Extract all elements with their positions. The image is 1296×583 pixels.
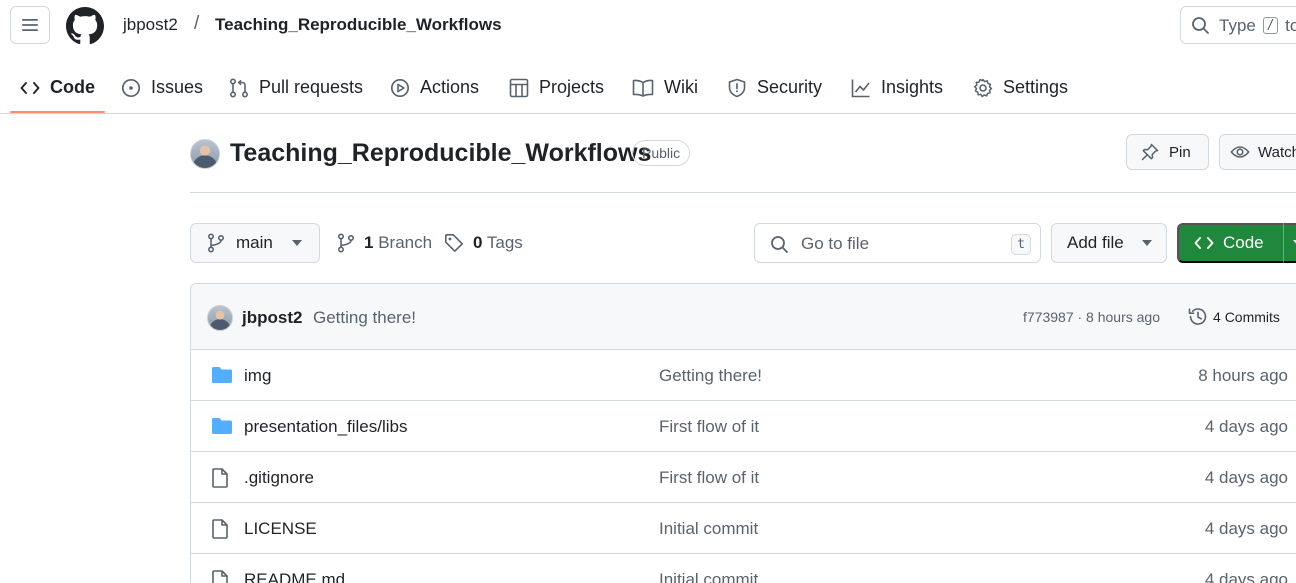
pull-request-icon <box>229 77 249 98</box>
tab-code[interactable]: Code <box>10 62 105 113</box>
file-age: 4 days ago <box>1204 570 1288 583</box>
code-download-button[interactable]: Code <box>1177 223 1296 263</box>
file-name-link[interactable]: LICENSE <box>244 519 317 539</box>
divider <box>190 192 1296 193</box>
branch-count: 1 <box>364 233 374 252</box>
folder-icon <box>211 366 233 384</box>
file-row[interactable]: LICENSE Initial commit 4 days ago <box>191 503 1296 554</box>
file-name-link[interactable]: .gitignore <box>244 468 314 488</box>
issue-icon <box>121 78 141 98</box>
caret-down-icon <box>1292 240 1296 246</box>
tags-link[interactable]: 0 Tags <box>444 233 523 253</box>
github-logo-icon[interactable] <box>66 7 104 45</box>
file-icon <box>211 468 229 488</box>
file-name-link[interactable]: README.md <box>244 570 345 583</box>
search-shortcut-key: / <box>1262 17 1279 34</box>
search-icon <box>770 235 789 254</box>
commit-author-avatar[interactable] <box>207 305 233 331</box>
page-title[interactable]: Teaching_Reproducible_Workflows <box>230 139 651 168</box>
caret-down-icon <box>291 240 302 246</box>
file-commit-message-link[interactable]: First flow of it <box>659 417 759 437</box>
tag-count: 0 <box>473 233 483 252</box>
file-commit-message-link[interactable]: Initial commit <box>659 519 758 539</box>
watch-button[interactable]: Watch <box>1219 134 1296 170</box>
eye-icon <box>1230 144 1250 160</box>
file-row[interactable]: README.md Initial commit 4 days ago <box>191 554 1296 583</box>
table-icon <box>509 78 529 98</box>
breadcrumb-separator: / <box>194 13 200 34</box>
file-age: 4 days ago <box>1204 519 1288 538</box>
play-icon <box>390 78 410 98</box>
file-age: 4 days ago <box>1204 468 1288 487</box>
tab-projects[interactable]: Projects <box>509 62 604 113</box>
file-age: 4 days ago <box>1204 417 1288 436</box>
search-icon <box>1191 16 1210 35</box>
file-row[interactable]: img Getting there! 8 hours ago <box>191 350 1296 401</box>
shield-icon <box>727 78 747 98</box>
shortcut-key: t <box>1011 234 1031 255</box>
git-branch-icon <box>337 233 355 253</box>
code-icon <box>20 79 40 97</box>
commit-message-link[interactable]: Getting there! <box>313 308 416 328</box>
tag-icon <box>444 233 464 253</box>
commit-author-link[interactable]: jbpost2 <box>242 308 302 328</box>
commits-count: 4 <box>1213 308 1221 325</box>
tab-wiki[interactable]: Wiki <box>632 62 698 113</box>
owner-avatar[interactable] <box>190 139 220 169</box>
file-commit-message-link[interactable]: Getting there! <box>659 366 762 386</box>
graph-icon <box>851 78 871 98</box>
tab-pull-requests[interactable]: Pull requests <box>229 62 363 113</box>
go-to-file-input[interactable]: Go to file t <box>754 223 1041 263</box>
file-icon <box>211 570 229 583</box>
search-placeholder: Type / to <box>1219 16 1296 35</box>
file-commit-message-link[interactable]: First flow of it <box>659 468 759 488</box>
pin-button[interactable]: Pin <box>1126 134 1209 170</box>
latest-commit-bar: jbpost2 Getting there! f773987 · 8 hours… <box>191 284 1296 350</box>
file-row[interactable]: presentation_files/libs First flow of it… <box>191 401 1296 452</box>
branch-select-button[interactable]: main <box>190 223 320 263</box>
tab-security[interactable]: Security <box>727 62 822 113</box>
code-icon <box>1194 235 1214 251</box>
go-to-file-placeholder: Go to file <box>801 234 870 253</box>
file-row[interactable]: .gitignore First flow of it 4 days ago <box>191 452 1296 503</box>
commit-hash-link[interactable]: f773987 · 8 hours ago <box>1023 309 1160 325</box>
pin-icon <box>1141 143 1159 161</box>
tab-issues[interactable]: Issues <box>121 62 203 113</box>
caret-down-icon <box>1141 240 1152 246</box>
hamburger-menu-button[interactable] <box>10 6 50 44</box>
history-icon <box>1187 306 1208 327</box>
file-icon <box>211 519 229 539</box>
file-age: 8 hours ago <box>1198 366 1288 385</box>
hamburger-icon <box>21 17 39 33</box>
breadcrumb-owner-link[interactable]: jbpost2 <box>123 15 178 35</box>
file-commit-message-link[interactable]: Initial commit <box>659 570 758 583</box>
book-icon <box>632 79 654 97</box>
file-name-link[interactable]: presentation_files/libs <box>244 417 407 437</box>
branch-label: Branch <box>378 233 433 252</box>
global-header: jbpost2 / Teaching_Reproducible_Workflow… <box>0 0 1296 52</box>
file-list: jbpost2 Getting there! f773987 · 8 hours… <box>190 283 1296 583</box>
add-file-button[interactable]: Add file <box>1051 223 1167 263</box>
folder-icon <box>211 417 233 435</box>
tab-insights[interactable]: Insights <box>851 62 943 113</box>
repo-nav-tabs: Code Issues Pull requests Actions Projec… <box>0 62 1296 114</box>
divider <box>1282 223 1284 263</box>
branches-link[interactable]: 1 Branch <box>337 233 432 253</box>
visibility-badge: Public <box>632 140 691 166</box>
commits-history-link[interactable]: 4 Commits <box>1187 306 1280 327</box>
tab-settings[interactable]: Settings <box>973 62 1068 113</box>
gear-icon <box>973 78 993 98</box>
commits-label: Commits <box>1224 308 1280 325</box>
git-branch-icon <box>207 233 225 253</box>
tag-label: Tags <box>486 233 523 252</box>
tab-actions[interactable]: Actions <box>390 62 479 113</box>
file-name-link[interactable]: img <box>244 366 271 386</box>
global-search-input[interactable]: Type / to <box>1180 6 1296 44</box>
breadcrumb-repo-link[interactable]: Teaching_Reproducible_Workflows <box>215 15 502 35</box>
